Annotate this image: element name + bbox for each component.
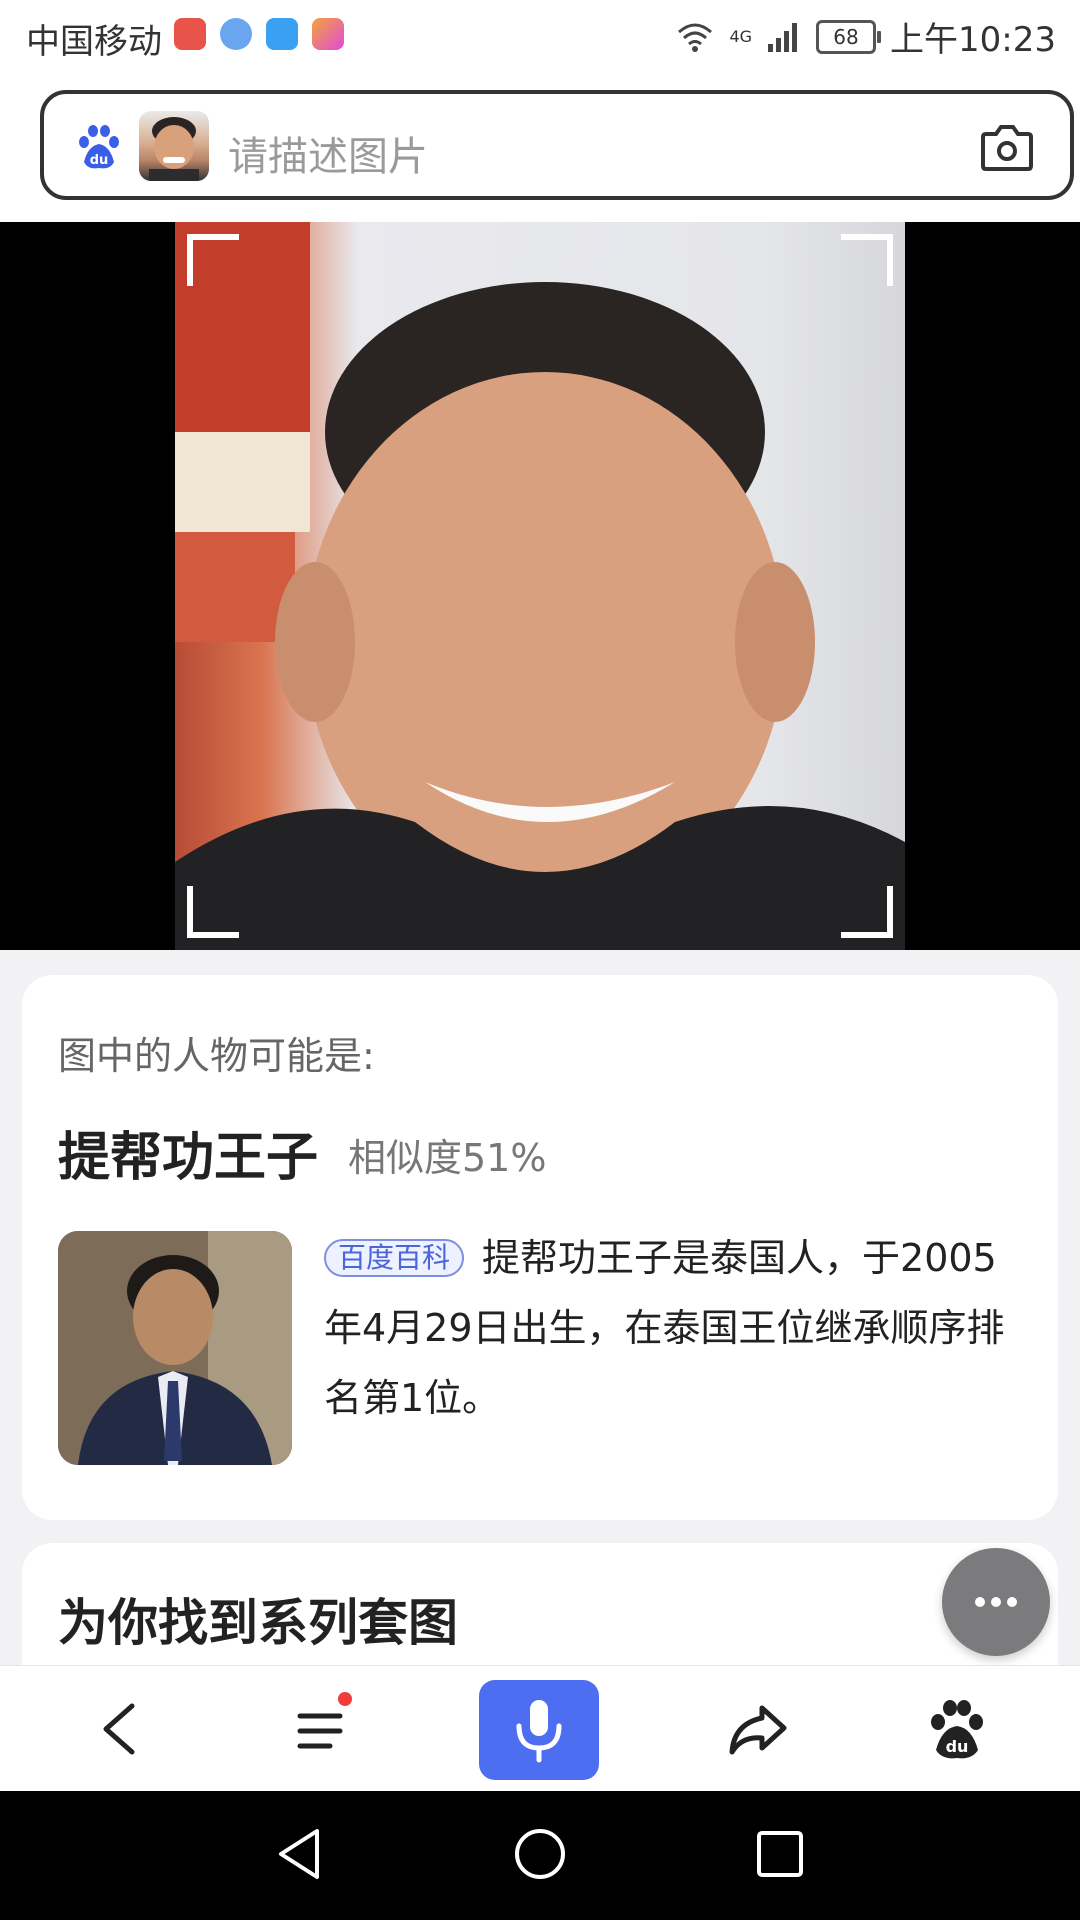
nav-back-button[interactable] (265, 1819, 335, 1889)
person-result-card[interactable]: 图中的人物可能是: 提帮功王子 相似度51% 百度百科 提帮功王子是泰国人，于20… (22, 975, 1058, 1520)
menu-icon (297, 1713, 343, 1749)
query-photo[interactable] (175, 222, 905, 950)
query-image-thumbnail[interactable] (139, 111, 209, 181)
wifi-icon (678, 23, 713, 52)
status-indicators: 4G 68 上午10:23 (675, 12, 1056, 61)
system-navigation-bar (0, 1791, 1080, 1920)
circle-home-icon (515, 1829, 565, 1879)
network-type: 4G (729, 27, 753, 46)
battery-indicator: 68 (816, 19, 882, 54)
clock: 上午10:23 (890, 20, 1056, 60)
nav-recents-button[interactable] (745, 1819, 815, 1889)
series-title: 为你找到系列套图 (58, 1594, 458, 1652)
bottom-toolbar: du (0, 1665, 1080, 1792)
baike-description-block[interactable]: 百度百科 提帮功王子是泰国人，于2005年4月29日出生，在泰国王位继承顺序排名第… (324, 1223, 1014, 1433)
baidu-home-button[interactable]: du (912, 1684, 1002, 1774)
baike-badge[interactable]: 百度百科 (324, 1239, 465, 1277)
tool-app-icon (312, 18, 344, 50)
svg-text:du: du (946, 1737, 969, 1756)
back-button[interactable] (76, 1684, 166, 1774)
share-button[interactable] (712, 1684, 802, 1774)
voice-search-button[interactable] (479, 1680, 599, 1780)
square-recents-icon (757, 1831, 803, 1877)
signal-icon (768, 22, 798, 52)
similarity-score: 相似度51% (348, 1136, 547, 1180)
camera-icon[interactable] (980, 122, 1034, 172)
result-intro: 图中的人物可能是: (58, 1034, 375, 1078)
baidu-paw-icon[interactable]: du (74, 122, 124, 172)
image-search-box[interactable]: du 请描述图片 (40, 90, 1074, 200)
video-app-icon (266, 18, 298, 50)
status-bar: 中国移动 4G 68 上午10:23 (0, 0, 1080, 76)
share-icon (729, 1705, 787, 1755)
person-photo[interactable] (58, 1231, 292, 1465)
nav-home-button[interactable] (505, 1819, 575, 1889)
browser-app-icon (220, 18, 252, 50)
triangle-back-icon (279, 1829, 319, 1879)
notification-dot (338, 1692, 352, 1706)
back-icon (103, 1703, 135, 1755)
menu-button[interactable] (278, 1684, 368, 1774)
svg-text:du: du (90, 153, 109, 168)
microphone-icon (516, 1700, 562, 1763)
crop-corner-top-right[interactable] (841, 234, 893, 286)
crop-corner-top-left[interactable] (187, 234, 239, 286)
crop-corner-bottom-left[interactable] (187, 886, 239, 938)
huawei-app-icon (174, 18, 206, 50)
status-app-icons (174, 18, 344, 50)
series-card[interactable]: 为你找到系列套图 (22, 1543, 1058, 1683)
more-icon (975, 1597, 1017, 1607)
search-placeholder[interactable]: 请描述图片 (228, 124, 428, 182)
person-name[interactable]: 提帮功王子 (58, 1115, 318, 1190)
crop-corner-bottom-right[interactable] (841, 886, 893, 938)
search-header: du 请描述图片 (0, 76, 1080, 222)
carrier-name: 中国移动 (26, 22, 162, 62)
battery-level: 68 (833, 24, 859, 49)
image-viewer (0, 222, 1080, 950)
more-button[interactable] (942, 1548, 1050, 1656)
baidu-paw-icon: du (931, 1700, 983, 1759)
